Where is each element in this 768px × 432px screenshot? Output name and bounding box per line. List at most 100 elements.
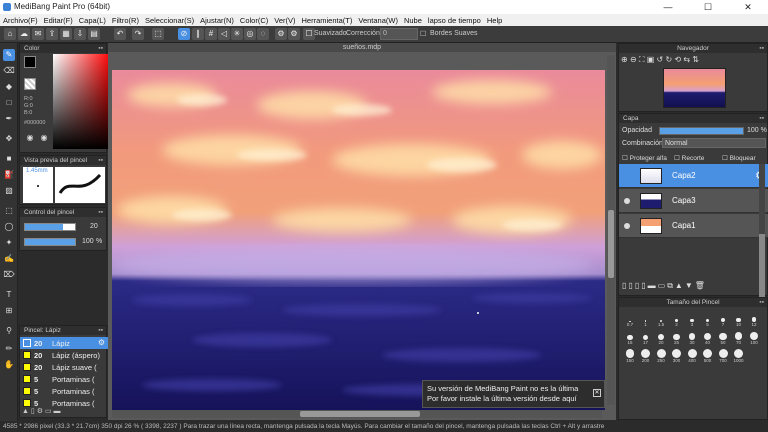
chat-icon[interactable]: ✉ [32,28,44,40]
layer-row[interactable]: Capa3 [619,189,768,213]
gradient-tool-icon[interactable]: ▨ [3,185,15,197]
correction-select[interactable]: 0 [380,28,418,40]
brush-size-preset[interactable]: 17 [638,330,654,345]
brush-size-preset[interactable]: 7 [715,312,731,327]
brush-size-preset[interactable]: 700 [715,348,731,363]
panel-menu-icon[interactable]: ▪▪ [98,44,103,53]
dot-tool-icon[interactable]: ◆ [3,81,15,93]
reset-rotation-icon[interactable]: ⟲ [674,55,681,64]
color-add-icon[interactable]: ◉ [24,132,36,144]
select-tool-icon[interactable]: ⬚ [3,205,15,217]
snap-parallel-icon[interactable]: ∥ [192,28,204,40]
brush-size-preset[interactable]: 1 [638,312,654,327]
move-down-icon[interactable]: ▼ [685,281,695,290]
brush-size-preset[interactable]: 300 [669,348,685,363]
layer-row[interactable]: Capa2 ⚙ [619,164,768,188]
horizontal-scroll-thumb[interactable] [300,411,420,417]
brush-size-preset[interactable]: 40 [700,330,716,345]
lock-checkbox[interactable]: ☐ Bloquear [722,154,756,162]
brush-size-preset[interactable]: 400 [684,348,700,363]
visibility-icon[interactable] [624,173,630,179]
brush-size-preset[interactable]: 100 [746,330,762,345]
fit-icon[interactable]: ⛶ [639,55,645,64]
layers-icon[interactable]: ▤ [88,28,100,40]
brush-list-item[interactable]: 5 Portaminas ( [20,385,108,397]
redo-icon[interactable]: ↷ [132,28,144,40]
panel-menu-icon[interactable]: ▪▪ [759,298,764,307]
gear-icon[interactable]: ⚙ [98,338,105,347]
select-pen-tool-icon[interactable]: ✍ [3,253,15,265]
home-icon[interactable]: ⌂ [4,28,16,40]
panel-menu-icon[interactable]: ▪▪ [98,326,103,335]
brush-size-preset[interactable]: 500 [700,348,716,363]
deselect-icon[interactable]: ⬚ [152,28,164,40]
update-notice-line2[interactable]: Por favor instale la última versión desd… [427,394,600,404]
rotate-left-icon[interactable]: ↺ [657,55,664,64]
hand-tool-icon[interactable]: ✋ [3,359,15,371]
foreground-color-swatch[interactable] [24,56,36,68]
select-eraser-tool-icon[interactable]: ⌦ [3,269,15,281]
brush-size-preset[interactable]: 2 [669,312,685,327]
gear-icon[interactable]: ⚙ [288,28,300,40]
update-notice[interactable]: Su versión de MediBang Paint no es la úl… [422,380,605,408]
cloud-upload-icon[interactable]: ☁ [18,28,30,40]
brush-list-item[interactable]: 20 Lápiz suave ( [20,361,108,373]
layer-row[interactable]: Capa1 [619,214,768,238]
eraser-tool-icon[interactable]: ⌫ [3,65,15,77]
snap-vanish-icon[interactable]: ◁ [218,28,230,40]
brush-size-preset[interactable]: 50 [715,330,731,345]
brush-size-preset[interactable]: 20 [653,330,669,345]
snap-circle-icon[interactable]: ◎ [244,28,256,40]
brush-size-preset[interactable]: 150 [622,348,638,363]
maximize-button[interactable]: ☐ [688,0,728,14]
pen-tool-icon[interactable]: ✒ [3,113,15,125]
new-brush-icon[interactable]: ▯ [31,408,35,415]
delete-layer-icon[interactable]: 🗑 [695,281,707,290]
brush-size-preset[interactable]: 1000 [731,348,747,363]
brush-opacity-slider[interactable] [24,238,76,246]
clip-checkbox[interactable]: ☐ Recorte [674,154,704,162]
brush-list-item[interactable]: 5 Portaminas ( [20,373,108,385]
layer-scrollbar[interactable] [759,164,765,304]
close-notice-button[interactable]: ✕ [593,389,601,397]
brush-size-preset[interactable]: 3 [684,312,700,327]
panel-menu-icon[interactable]: ▪▪ [759,44,764,53]
copy-brush-icon[interactable]: ▭ [45,408,52,415]
brush-size-preset[interactable]: 15 [622,330,638,345]
soft-edges-checkbox[interactable]: ☐ [420,30,426,38]
divide-tool-icon[interactable]: ⊞ [3,305,15,317]
lasso-tool-icon[interactable]: ◯ [3,221,15,233]
export-icon[interactable]: ⇩ [74,28,86,40]
snap-off-icon[interactable]: ⊘ [178,28,190,40]
merge-down-icon[interactable]: ▭ [658,281,668,290]
canvas-painting[interactable] [112,70,605,410]
eyedropper-tool-icon[interactable]: ⚲ [3,325,15,337]
move-up-icon[interactable]: ▲ [675,281,685,290]
transparent-color-swatch[interactable] [24,78,36,90]
snap-settings-icon[interactable]: ⚙ [275,28,287,40]
document-tab[interactable]: sueños.mdp [108,43,616,52]
rotate-right-icon[interactable]: ↻ [665,55,672,64]
brush-list-item[interactable]: 20 Lápiz ⚙ [20,337,108,349]
grid-icon[interactable]: ▦ [60,28,72,40]
visibility-icon[interactable] [624,198,630,204]
minimize-button[interactable]: — [648,0,688,14]
brush-tool-icon[interactable]: ✎ [3,49,15,61]
snap-curve-icon[interactable]: ◌ [257,28,269,40]
magic-wand-tool-icon[interactable]: ✦ [3,237,15,249]
color-eyedrop-icon[interactable]: ◉ [38,132,50,144]
rectangle-tool-icon[interactable]: □ [3,97,15,109]
brush-size-preset[interactable]: 250 [653,348,669,363]
flip-vertical-icon[interactable]: ⇅ [692,55,699,64]
move-tool-icon[interactable]: ✥ [3,133,15,145]
brush-size-preset[interactable]: 30 [684,330,700,345]
navigator-thumbnail[interactable] [663,68,726,108]
layer-scroll-thumb[interactable] [759,234,765,304]
share-icon[interactable]: ⇪ [46,28,58,40]
brush-size-preset[interactable]: 70 [731,330,747,345]
pen-tool-2-icon[interactable]: ✏ [3,343,15,355]
undo-icon[interactable]: ↶ [114,28,126,40]
duplicate-layer-icon[interactable]: ⧉ [667,281,675,290]
new-folder-icon[interactable]: ▬ [648,281,658,290]
brush-size-preset[interactable]: 200 [638,348,654,363]
